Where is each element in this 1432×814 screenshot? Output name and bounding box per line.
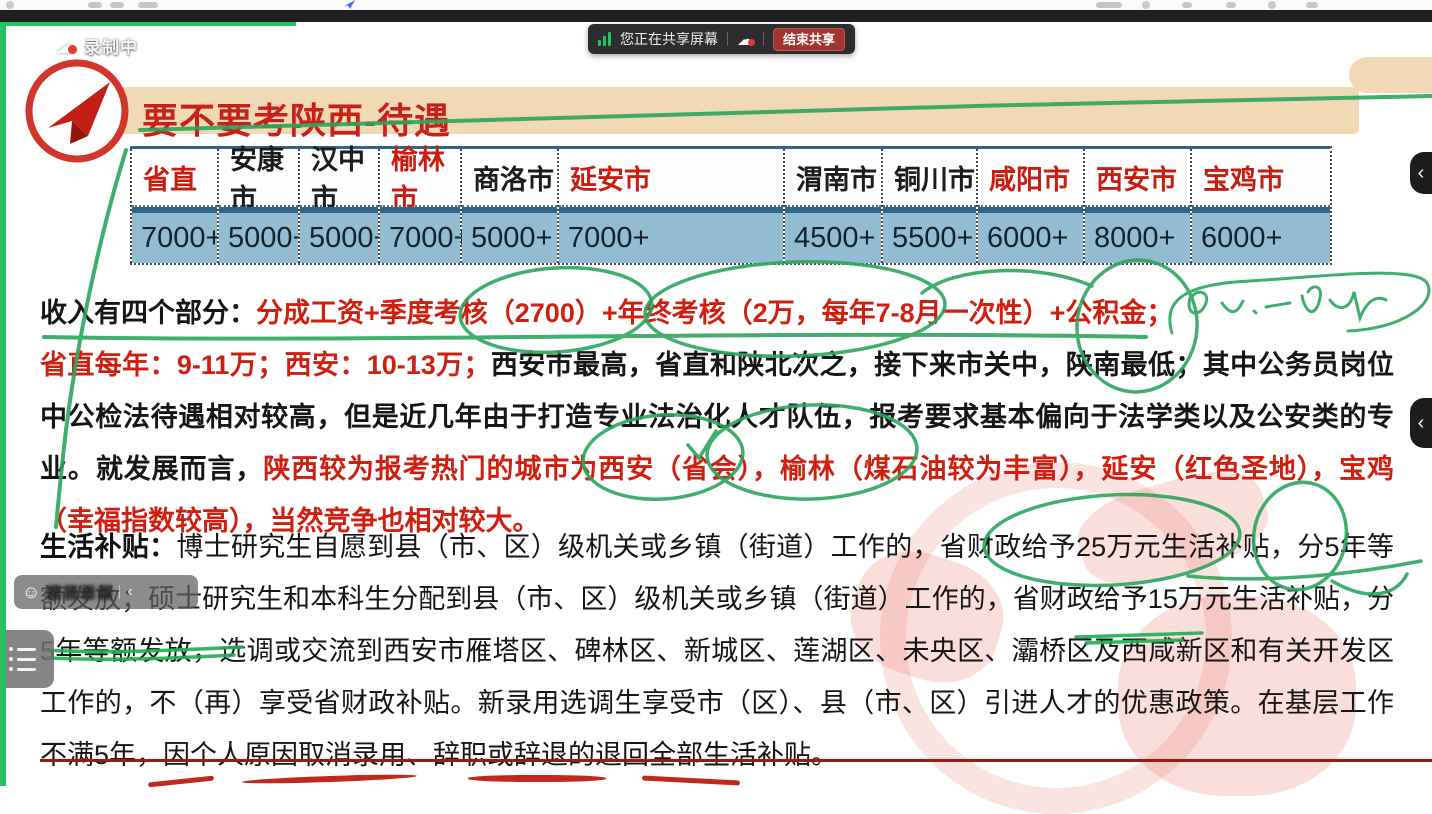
salary-table: 省直7000+安康市5000+汉中市5000+榆林市7000+商洛市5000+延… xyxy=(130,146,1332,265)
collapse-panel-button[interactable]: ‹ xyxy=(1410,152,1432,194)
recording-label: 录制中 xyxy=(84,33,138,58)
table-column: 渭南市4500+ xyxy=(783,149,881,263)
paper-plane-logo-icon xyxy=(20,54,134,168)
salary-value-cell: 7000+ xyxy=(559,207,783,263)
divider xyxy=(763,32,764,46)
salary-value-cell: 5000+ xyxy=(462,207,557,263)
salary-value-cell: 6000+ xyxy=(1192,207,1330,263)
table-column: 宝鸡市6000+ xyxy=(1190,149,1330,263)
city-header-cell: 商洛市 xyxy=(462,149,557,207)
blurred-label xyxy=(47,585,112,600)
salary-value-cell: 8000+ xyxy=(1085,207,1190,263)
browser-icon xyxy=(88,2,102,8)
divider xyxy=(119,585,120,599)
city-header-cell: 汉中市 xyxy=(300,149,378,207)
screenshare-border-left xyxy=(0,22,6,786)
chevron-left-icon: ‹ xyxy=(1418,162,1425,185)
city-header-cell: 铜川市 xyxy=(883,149,976,207)
browser-icon xyxy=(1096,2,1122,8)
table-column: 省直7000+ xyxy=(130,149,217,263)
text-segment: 分成工资+季度考核（2700）+年终考核（2万，每年7-8月一次性）+公积金； xyxy=(256,298,1173,328)
table-column: 榆林市7000+ xyxy=(378,149,460,263)
decorative-banner-blob xyxy=(1349,57,1432,93)
city-header-cell: 延安市 xyxy=(559,149,783,207)
browser-top-strip xyxy=(0,0,1432,10)
browser-icon xyxy=(6,1,14,9)
window-title-bar xyxy=(0,10,1432,22)
share-status-text: 您正在共享屏幕 xyxy=(620,29,718,49)
text-segment: 生活补贴： xyxy=(40,532,176,562)
divider xyxy=(727,32,728,46)
screenshare-border-top xyxy=(0,22,296,26)
city-header-cell: 省直 xyxy=(132,149,217,207)
screen-share-toolbar[interactable]: 您正在共享屏幕 ☁ 结束共享 xyxy=(588,24,855,54)
salary-value-cell: 6000+ xyxy=(978,207,1083,263)
cloud-record-icon: ☁ xyxy=(56,35,78,57)
cloud-record-icon[interactable]: ☁ xyxy=(737,31,754,48)
table-column: 商洛市5000+ xyxy=(460,149,557,263)
city-header-cell: 咸阳市 xyxy=(978,149,1083,207)
chevron-left-icon[interactable]: ‹ xyxy=(127,583,132,601)
salary-value-cell: 7000+ xyxy=(132,207,217,263)
income-paragraph: 收入有四个部分：分成工资+季度考核（2700）+年终考核（2万，每年7-8月一次… xyxy=(40,287,1394,547)
chevron-left-icon: ‹ xyxy=(1418,412,1425,435)
city-header-cell: 宝鸡市 xyxy=(1192,149,1330,207)
browser-icon xyxy=(1268,1,1276,9)
text-segment: 省直每年：9-11万；西安：10-13万； xyxy=(40,350,491,380)
reaction-toolbar[interactable]: ☺ ‹ xyxy=(14,575,198,609)
red-annotation-fragment xyxy=(468,775,606,782)
table-column: 安康市5000+ xyxy=(217,149,298,263)
outline-panel-tab[interactable] xyxy=(0,630,54,688)
browser-icon xyxy=(1182,2,1192,8)
signal-bars-icon xyxy=(598,32,611,46)
browser-icon xyxy=(1142,1,1150,9)
salary-value-cell: 4500+ xyxy=(785,207,881,263)
table-column: 延安市7000+ xyxy=(557,149,783,263)
table-column: 汉中市5000+ xyxy=(298,149,378,263)
table-column: 咸阳市6000+ xyxy=(976,149,1083,263)
table-column: 铜川市5500+ xyxy=(881,149,976,263)
city-header-cell: 渭南市 xyxy=(785,149,881,207)
red-underline xyxy=(40,759,1432,762)
city-header-cell: 西安市 xyxy=(1085,149,1190,207)
browser-icon xyxy=(138,2,158,8)
text-segment: 收入有四个部分： xyxy=(40,298,256,328)
browser-icon xyxy=(110,2,124,8)
salary-value-cell: 5000+ xyxy=(219,207,298,263)
text-segment: 博士研究生自愿到县（市、区）级机关或乡镇（街道）工作的，省财政给予25万元生活补… xyxy=(40,532,1394,770)
salary-value-cell: 7000+ xyxy=(380,207,460,263)
list-icon xyxy=(9,647,54,651)
city-header-cell: 榆林市 xyxy=(380,149,460,207)
table-column: 西安市8000+ xyxy=(1083,149,1190,263)
browser-icon xyxy=(1226,2,1236,8)
collapse-panel-button[interactable]: ‹ xyxy=(1410,398,1432,448)
browser-icon xyxy=(1306,2,1318,8)
subsidy-paragraph: 生活补贴：博士研究生自愿到县（市、区）级机关或乡镇（街道）工作的，省财政给予25… xyxy=(40,521,1394,781)
salary-value-cell: 5500+ xyxy=(883,207,976,263)
page-title: 要不要考陕西-待遇 xyxy=(142,92,451,144)
stop-sharing-button[interactable]: 结束共享 xyxy=(773,28,845,51)
city-header-cell: 安康市 xyxy=(219,149,298,207)
paper-plane-icon xyxy=(344,0,355,9)
recording-indicator: ☁ 录制中 xyxy=(56,33,138,58)
salary-value-cell: 5000+ xyxy=(300,207,378,263)
smiley-icon: ☺ xyxy=(22,583,40,601)
